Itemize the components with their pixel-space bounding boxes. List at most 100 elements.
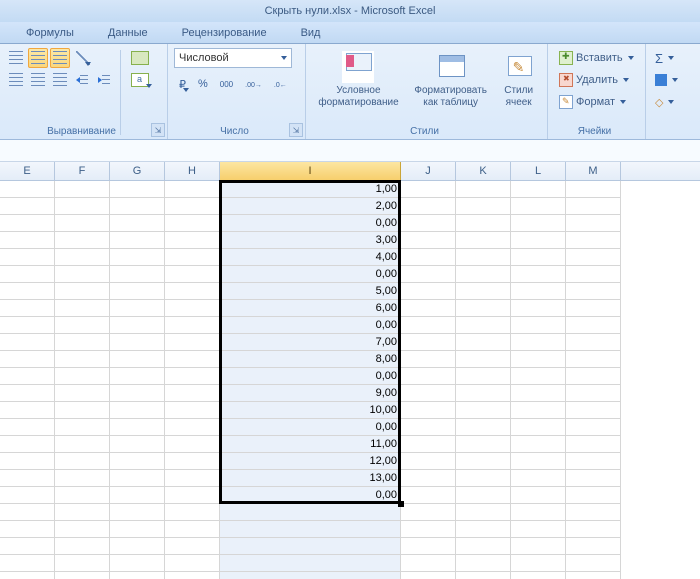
cell[interactable] [165, 368, 220, 385]
align-top-button[interactable] [6, 48, 26, 68]
cell[interactable] [110, 351, 165, 368]
orientation-button[interactable] [73, 48, 93, 68]
cell[interactable] [0, 470, 55, 487]
cell[interactable] [220, 572, 401, 579]
cell[interactable] [55, 317, 110, 334]
decrease-indent-button[interactable] [73, 70, 93, 90]
cell[interactable] [456, 436, 511, 453]
cell[interactable] [55, 300, 110, 317]
cell[interactable]: 12,00 [220, 453, 401, 470]
cell[interactable] [566, 487, 621, 504]
cell[interactable] [511, 436, 566, 453]
cell[interactable] [456, 215, 511, 232]
cell-styles-button[interactable]: Стилиячеек [498, 48, 540, 137]
cell[interactable] [566, 215, 621, 232]
cell[interactable] [55, 504, 110, 521]
cell[interactable]: 13,00 [220, 470, 401, 487]
cell[interactable] [55, 198, 110, 215]
cell[interactable] [566, 249, 621, 266]
cell[interactable] [511, 521, 566, 538]
cell[interactable] [220, 538, 401, 555]
cell[interactable] [110, 402, 165, 419]
cell[interactable]: 6,00 [220, 300, 401, 317]
cell[interactable] [55, 538, 110, 555]
cell[interactable] [401, 555, 456, 572]
tab-review[interactable]: Рецензирование [176, 24, 273, 43]
cell[interactable] [401, 419, 456, 436]
cell[interactable] [511, 453, 566, 470]
cell[interactable] [110, 317, 165, 334]
cell[interactable] [456, 521, 511, 538]
delete-cells-button[interactable]: Удалить [554, 70, 639, 90]
cell[interactable] [511, 572, 566, 579]
cell[interactable] [566, 453, 621, 470]
increase-indent-button[interactable] [95, 70, 115, 90]
cell[interactable] [110, 487, 165, 504]
cell[interactable] [55, 351, 110, 368]
conditional-formatting-button[interactable]: Условноеформатирование [313, 48, 403, 137]
cell[interactable] [0, 181, 55, 198]
increase-decimal-button[interactable] [240, 74, 267, 94]
cell[interactable]: 4,00 [220, 249, 401, 266]
cell[interactable] [401, 572, 456, 579]
cell[interactable] [511, 300, 566, 317]
column-headers[interactable]: EFGHIJKLM [0, 162, 700, 181]
cell[interactable] [401, 266, 456, 283]
cell[interactable] [110, 300, 165, 317]
cell[interactable] [566, 334, 621, 351]
cell[interactable] [456, 334, 511, 351]
merge-cells-button[interactable] [126, 70, 154, 90]
align-right-button[interactable] [50, 70, 70, 90]
cell[interactable] [55, 470, 110, 487]
alignment-dialog-launcher[interactable]: ⇲ [151, 123, 165, 137]
cell[interactable] [566, 470, 621, 487]
wrap-text-button[interactable] [126, 48, 154, 68]
cell[interactable] [55, 232, 110, 249]
comma-style-button[interactable] [215, 74, 238, 94]
worksheet-area[interactable]: EFGHIJKLM 1,002,000,003,004,000,005,006,… [0, 140, 700, 579]
column-header-H[interactable]: H [165, 162, 220, 180]
cell[interactable] [0, 419, 55, 436]
cell[interactable]: 0,00 [220, 368, 401, 385]
cell[interactable] [401, 385, 456, 402]
cell[interactable] [401, 232, 456, 249]
cell[interactable] [55, 572, 110, 579]
cell[interactable] [456, 402, 511, 419]
cell[interactable] [165, 555, 220, 572]
column-header-E[interactable]: E [0, 162, 55, 180]
cell[interactable] [110, 232, 165, 249]
cell[interactable] [401, 334, 456, 351]
cell[interactable] [456, 181, 511, 198]
insert-cells-button[interactable]: Вставить [554, 48, 639, 68]
cell[interactable] [511, 215, 566, 232]
cell[interactable] [401, 283, 456, 300]
autosum-button[interactable] [652, 48, 681, 68]
cell[interactable] [110, 470, 165, 487]
cell[interactable]: 0,00 [220, 487, 401, 504]
cell[interactable] [511, 317, 566, 334]
cell[interactable] [0, 572, 55, 579]
cell[interactable] [0, 487, 55, 504]
cell[interactable] [566, 351, 621, 368]
cell[interactable]: 11,00 [220, 436, 401, 453]
cell[interactable] [511, 538, 566, 555]
percent-button[interactable] [193, 74, 213, 94]
cell[interactable] [456, 198, 511, 215]
cell[interactable]: 2,00 [220, 198, 401, 215]
cell[interactable] [456, 317, 511, 334]
cell[interactable]: 8,00 [220, 351, 401, 368]
cell[interactable] [110, 266, 165, 283]
cell[interactable] [566, 266, 621, 283]
cell[interactable] [566, 283, 621, 300]
column-header-K[interactable]: K [456, 162, 511, 180]
cell[interactable] [401, 538, 456, 555]
cell[interactable] [0, 368, 55, 385]
cell[interactable] [165, 351, 220, 368]
cell[interactable] [511, 249, 566, 266]
cell[interactable] [165, 198, 220, 215]
cell[interactable] [401, 470, 456, 487]
cell[interactable] [456, 266, 511, 283]
cell[interactable] [165, 419, 220, 436]
cell[interactable] [511, 402, 566, 419]
cell[interactable] [401, 368, 456, 385]
